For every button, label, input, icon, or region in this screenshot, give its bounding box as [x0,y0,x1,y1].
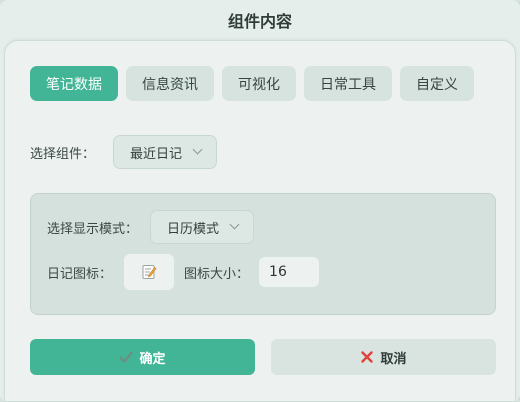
tab-daily-tools[interactable]: 日常工具 [304,66,392,101]
tab-bar: 笔记数据 信息资讯 可视化 日常工具 自定义 [30,66,474,101]
diary-icon-label: 日记图标： [47,266,113,282]
confirm-button[interactable]: 确定 [30,339,255,375]
tab-custom[interactable]: 自定义 [400,66,474,101]
component-select-row: 选择组件： 最近日记 [30,135,218,169]
display-mode-label: 选择显示模式： [47,221,139,237]
memo-icon [142,265,157,279]
component-content-dialog: 组件内容 笔记数据 信息资讯 可视化 日常工具 自定义 选择组件： 最近日记 选… [0,0,520,402]
options-box: 选择显示模式： 日历模式 日记图标： 图标大小： [30,193,496,315]
display-mode-select[interactable]: 日历模式 [150,210,255,244]
dialog-title: 组件内容 [227,12,292,31]
tab-news[interactable]: 信息资讯 [126,66,214,101]
icon-size-label: 图标大小： [184,266,250,282]
diary-icon-picker[interactable] [124,254,175,290]
component-select[interactable]: 最近日记 [113,135,218,169]
icon-size-input[interactable] [259,257,320,287]
chevron-down-icon [231,221,239,229]
component-select-label: 选择组件： [30,146,96,162]
cancel-button-label: 取消 [380,351,407,367]
chevron-down-icon [194,146,202,154]
tab-visualization[interactable]: 可视化 [222,66,296,101]
confirm-button-label: 确定 [139,351,166,367]
cancel-button[interactable]: 取消 [271,339,496,375]
close-icon [361,351,374,363]
display-mode-row: 选择显示模式： 日历模式 [47,210,255,244]
check-icon [119,351,134,363]
display-mode-value: 日历模式 [167,221,220,237]
tab-notes-data[interactable]: 笔记数据 [30,66,118,101]
component-select-value: 最近日记 [130,146,183,162]
icon-settings-row: 日记图标： 图标大小： [47,254,320,290]
dialog-panel: 笔记数据 信息资讯 可视化 日常工具 自定义 选择组件： 最近日记 选择显示模式… [4,40,516,402]
